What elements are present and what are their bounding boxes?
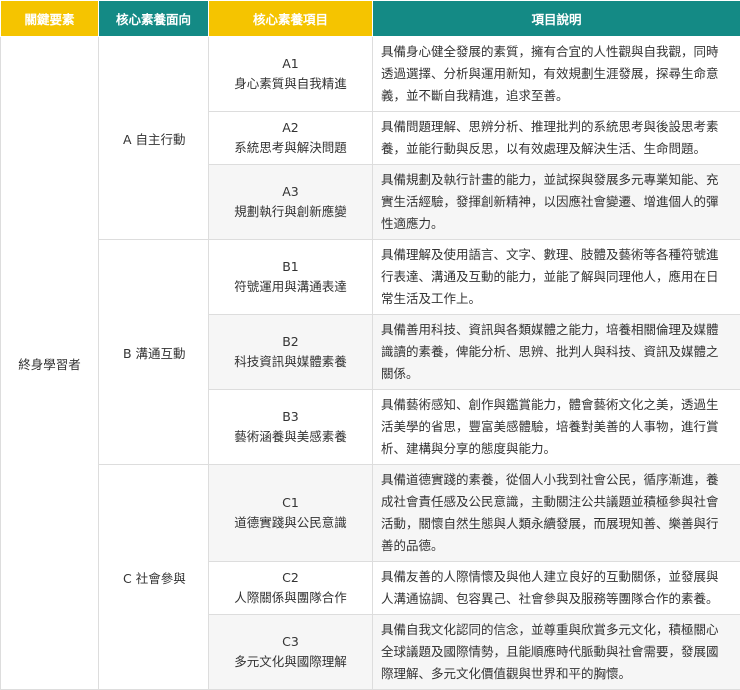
dimension-cell: B 溝通互動: [99, 240, 209, 465]
item-code: A1: [209, 54, 372, 74]
item-cell: C3多元文化與國際理解: [209, 615, 373, 690]
header-row: 關鍵要素 核心素養面向 核心素養項目 項目說明: [1, 1, 740, 37]
dimension-cell: A 自主行動: [99, 37, 209, 240]
item-cell: A2系統思考與解決問題: [209, 112, 373, 165]
item-cell: B2科技資訊與媒體素養: [209, 315, 373, 390]
item-code: C2: [209, 568, 372, 588]
item-description: 具備道德實踐的素養，從個人小我到社會公民，循序漸進，養成社會責任感及公民意識，主…: [373, 465, 740, 562]
item-cell: A3規劃執行與創新應變: [209, 165, 373, 240]
item-name: 符號運用與溝通表達: [209, 277, 372, 297]
item-name: 道德實踐與公民意識: [209, 513, 372, 533]
item-code: B3: [209, 407, 372, 427]
item-name: 身心素質與自我精進: [209, 74, 372, 94]
item-code: A2: [209, 118, 372, 138]
item-cell: B1符號運用與溝通表達: [209, 240, 373, 315]
item-description: 具備自我文化認同的信念，並尊重與欣賞多元文化，積極關心全球議題及國際情勢，且能順…: [373, 615, 740, 690]
item-cell: B3藝術涵養與美感素養: [209, 390, 373, 465]
item-description: 具備友善的人際情懷及與他人建立良好的互動關係，並發展與人溝通協調、包容異己、社會…: [373, 562, 740, 615]
table-row: C 社會參與C1道德實踐與公民意識具備道德實踐的素養，從個人小我到社會公民，循序…: [1, 465, 740, 562]
item-name: 多元文化與國際理解: [209, 652, 372, 672]
item-description: 具備規劃及執行計畫的能力，並試探與發展多元專業知能、充實生活經驗，發揮創新精神，…: [373, 165, 740, 240]
item-name: 藝術涵養與美感素養: [209, 427, 372, 447]
item-code: B1: [209, 257, 372, 277]
item-description: 具備身心健全發展的素質，擁有合宜的人性觀與自我觀，同時透過選擇、分析與運用新知，…: [373, 37, 740, 112]
item-description: 具備理解及使用語言、文字、數理、肢體及藝術等各種符號進行表達、溝通及互動的能力，…: [373, 240, 740, 315]
item-code: C3: [209, 632, 372, 652]
item-cell: C2人際關係與團隊合作: [209, 562, 373, 615]
header-key-element: 關鍵要素: [1, 1, 99, 37]
item-cell: A1身心素質與自我精進: [209, 37, 373, 112]
dimension-cell: C 社會參與: [99, 465, 209, 690]
item-description: 具備善用科技、資訊與各類媒體之能力，培養相關倫理及媒體識讀的素養，俾能分析、思辨…: [373, 315, 740, 390]
item-description: 具備藝術感知、創作與鑑賞能力，體會藝術文化之美，透過生活美學的省思，豐富美感體驗…: [373, 390, 740, 465]
item-code: A3: [209, 182, 372, 202]
item-description: 具備問題理解、思辨分析、推理批判的系統思考與後設思考素養，並能行動與反思，以有效…: [373, 112, 740, 165]
header-dimension: 核心素養面向: [99, 1, 209, 37]
item-name: 人際關係與團隊合作: [209, 588, 372, 608]
item-name: 系統思考與解決問題: [209, 138, 372, 158]
item-code: C1: [209, 493, 372, 513]
item-code: B2: [209, 332, 372, 352]
core-competency-table: 關鍵要素 核心素養面向 核心素養項目 項目說明 終身學習者A 自主行動A1身心素…: [0, 0, 740, 690]
key-element-cell: 終身學習者: [1, 37, 99, 690]
table-row: 終身學習者A 自主行動A1身心素質與自我精進具備身心健全發展的素質，擁有合宜的人…: [1, 37, 740, 112]
item-name: 科技資訊與媒體素養: [209, 352, 372, 372]
item-name: 規劃執行與創新應變: [209, 202, 372, 222]
table-row: B 溝通互動B1符號運用與溝通表達具備理解及使用語言、文字、數理、肢體及藝術等各…: [1, 240, 740, 315]
item-cell: C1道德實踐與公民意識: [209, 465, 373, 562]
header-item: 核心素養項目: [209, 1, 373, 37]
header-description: 項目說明: [373, 1, 740, 37]
